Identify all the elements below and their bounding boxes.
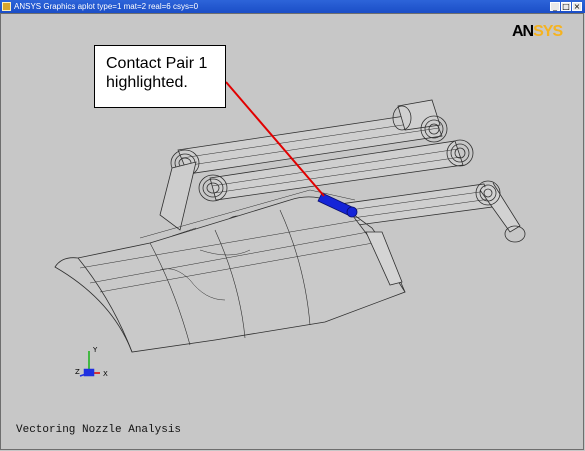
restore-icon[interactable]: □ xyxy=(561,2,571,11)
title-bar[interactable]: ANSYS Graphics aplot type=1 mat=2 real=6… xyxy=(0,0,585,13)
analysis-caption: Vectoring Nozzle Analysis xyxy=(16,424,182,436)
minimize-icon[interactable]: _ xyxy=(550,2,560,11)
callout-line-1: Contact Pair 1 xyxy=(106,55,208,72)
close-icon[interactable]: × xyxy=(572,2,582,11)
triad-y-label: Y xyxy=(93,346,98,354)
ansys-logo: ANSYS xyxy=(512,23,563,40)
ansys-app-icon xyxy=(2,2,11,11)
callout-line-2: highlighted. xyxy=(106,74,188,91)
triad-x-label: X xyxy=(103,370,108,378)
triad-z-label: Z xyxy=(75,368,80,376)
coordinate-triad-icon xyxy=(79,351,100,377)
wireframe-model xyxy=(54,81,526,377)
window-title: ANSYS Graphics aplot type=1 mat=2 real=6… xyxy=(14,2,199,11)
ansys-graphics-window: ANSYS Graphics aplot type=1 mat=2 real=6… xyxy=(0,0,585,451)
nozzle-shell xyxy=(54,196,406,353)
annotation-callout-box: Contact Pair 1 highlighted. xyxy=(94,45,226,108)
